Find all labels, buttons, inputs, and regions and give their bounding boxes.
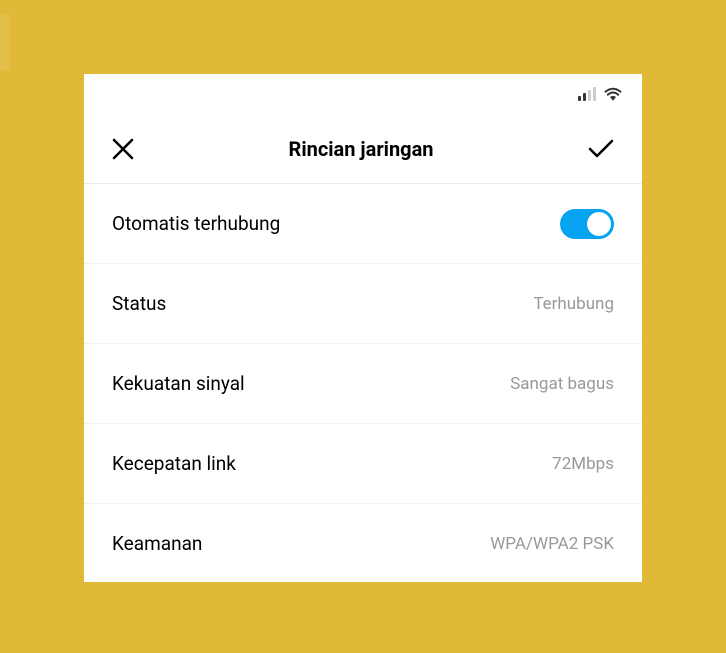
row-signal: Kekuatan sinyal Sangat bagus — [84, 344, 642, 424]
row-speed: Kecepatan link 72Mbps — [84, 424, 642, 504]
row-auto-connect: Otomatis terhubung — [84, 184, 642, 264]
decorative-tab — [0, 15, 10, 70]
signal-label: Kekuatan sinyal — [112, 372, 245, 395]
auto-connect-toggle[interactable] — [560, 209, 614, 239]
page-title: Rincian jaringan — [134, 137, 588, 161]
signal-value: Sangat bagus — [510, 374, 614, 394]
phone-screen: Rincian jaringan Otomatis terhubung Stat… — [84, 74, 642, 582]
status-bar — [84, 74, 642, 114]
close-icon[interactable] — [112, 138, 134, 160]
row-security: Keamanan WPA/WPA2 PSK — [84, 504, 642, 582]
cellular-signal-icon — [578, 87, 596, 101]
status-label: Status — [112, 292, 166, 315]
security-value: WPA/WPA2 PSK — [490, 534, 614, 554]
toggle-knob — [587, 212, 611, 236]
speed-value: 72Mbps — [552, 454, 614, 474]
header: Rincian jaringan — [84, 114, 642, 184]
check-icon[interactable] — [588, 139, 614, 159]
auto-connect-label: Otomatis terhubung — [112, 212, 280, 235]
row-status: Status Terhubung — [84, 264, 642, 344]
speed-label: Kecepatan link — [112, 452, 236, 475]
wifi-icon — [604, 87, 622, 101]
security-label: Keamanan — [112, 532, 202, 555]
status-value: Terhubung — [533, 294, 614, 314]
